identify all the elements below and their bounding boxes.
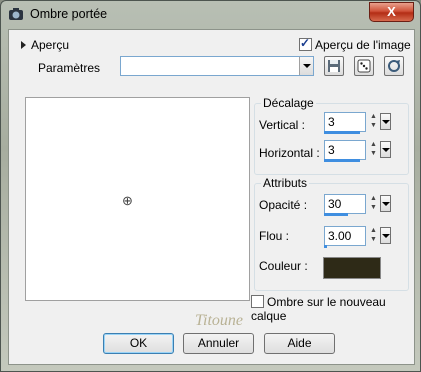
decalage-title: Décalage	[261, 96, 316, 110]
flou-level-bar	[324, 245, 327, 248]
dialog-body: Aperçu ✓ Aperçu de l'image Paramètres ⊕	[8, 29, 415, 365]
reset-preset-button[interactable]	[384, 56, 404, 76]
floppy-icon	[328, 60, 340, 72]
spin-arrows-icon[interactable]: ▲ ▼	[368, 226, 379, 246]
preview-area[interactable]: ⊕	[25, 97, 250, 301]
opacite-level-bar	[324, 213, 348, 216]
dialog-window: Ombre portée X Aperçu ✓ Aperçu de l'image…	[0, 0, 421, 372]
preview-image-label: Aperçu de l'image	[315, 38, 411, 52]
brush-reset-icon	[388, 60, 400, 72]
checkbox-box[interactable]: ✓	[299, 36, 312, 51]
preview-toggle[interactable]: Aperçu	[21, 38, 69, 52]
cancel-button[interactable]: Annuler	[183, 333, 254, 354]
close-button[interactable]: X	[369, 2, 414, 22]
preview-toggle-label: Aperçu	[31, 38, 70, 52]
horizontal-spinner[interactable]: 3 ▲ ▼	[324, 140, 394, 162]
chevron-down-icon[interactable]	[299, 57, 313, 75]
check-mark-icon: ✓	[300, 36, 311, 50]
spin-arrows-icon[interactable]: ▲ ▼	[368, 112, 379, 132]
opacite-input[interactable]: 30	[324, 194, 366, 214]
spin-arrows-icon[interactable]: ▲ ▼	[368, 194, 379, 214]
flou-input[interactable]: 3.00	[324, 226, 366, 246]
horizontal-input[interactable]: 3	[324, 140, 366, 160]
couleur-label: Couleur :	[259, 259, 308, 273]
preview-image-checkbox[interactable]: ✓ Aperçu de l'image	[299, 36, 411, 52]
flou-label: Flou :	[259, 229, 290, 243]
checkbox-box[interactable]	[251, 295, 264, 308]
watermark-signature: Titoune	[195, 312, 244, 329]
vertical-level-bar	[324, 131, 360, 134]
move-cursor-icon: ⊕	[122, 193, 133, 208]
window-title: Ombre portée	[30, 7, 108, 21]
ok-button[interactable]: OK	[103, 333, 174, 354]
flou-spinner[interactable]: 3.00 ▲ ▼	[324, 226, 394, 248]
dropdown-button[interactable]	[380, 227, 391, 244]
vertical-spinner[interactable]: 3 ▲ ▼	[324, 112, 394, 134]
app-icon	[9, 8, 23, 20]
opacite-spinner[interactable]: 30 ▲ ▼	[324, 194, 394, 216]
vertical-input[interactable]: 3	[324, 112, 366, 132]
params-label: Paramètres	[38, 61, 101, 75]
dropdown-button[interactable]	[380, 195, 391, 212]
dice-icon	[357, 59, 371, 73]
spin-arrows-icon[interactable]: ▲ ▼	[368, 140, 379, 160]
dropdown-button[interactable]	[380, 141, 391, 158]
save-preset-button[interactable]	[324, 56, 344, 76]
shadow-new-layer-label: Ombre sur le nouveau calque	[251, 295, 386, 323]
random-preset-button[interactable]	[354, 56, 374, 76]
shadow-new-layer-checkbox[interactable]: Ombre sur le nouveau calque	[251, 295, 414, 323]
opacite-label: Opacité :	[259, 198, 308, 212]
color-swatch[interactable]	[323, 257, 381, 279]
horizontal-level-bar	[324, 159, 360, 162]
horizontal-label: Horizontal :	[259, 146, 320, 160]
expand-arrow-icon	[21, 41, 26, 49]
params-select[interactable]	[120, 56, 314, 76]
attributs-title: Attributs	[261, 176, 310, 190]
title-bar[interactable]: Ombre portée X	[1, 1, 420, 29]
vertical-label: Vertical :	[259, 118, 306, 132]
help-button[interactable]: Aide	[264, 333, 335, 354]
dropdown-button[interactable]	[380, 113, 391, 130]
